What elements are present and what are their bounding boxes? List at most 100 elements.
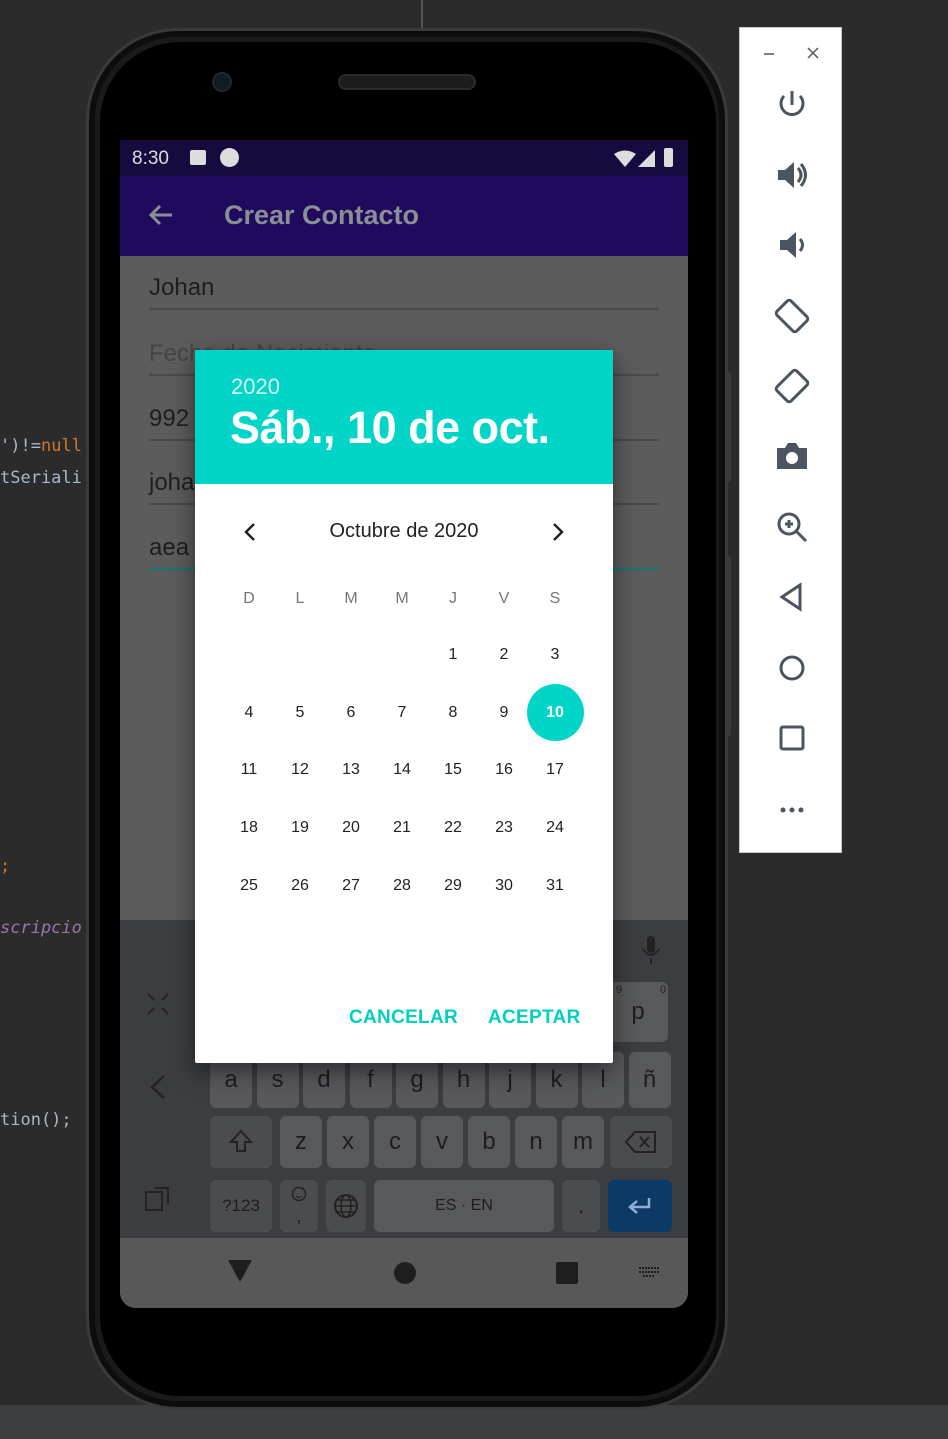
backspace-key[interactable] [610, 1116, 672, 1168]
code-line: scripcio [0, 918, 82, 938]
calendar-day[interactable]: 23 [484, 808, 524, 848]
key-z[interactable]: z [280, 1116, 322, 1168]
calendar-day[interactable]: 2 [484, 635, 524, 675]
calendar-day[interactable]: 3 [535, 635, 575, 675]
phone-volume-button[interactable] [726, 556, 731, 736]
code-line: ')!=null [0, 436, 82, 456]
image-notification-icon [190, 150, 206, 165]
front-camera [212, 72, 232, 92]
calendar-day[interactable]: 11 [229, 750, 269, 790]
phone-power-button[interactable] [726, 372, 731, 482]
comma-key-label: , [296, 1206, 302, 1226]
calendar-day[interactable]: 17 [535, 750, 575, 790]
volume-down-icon[interactable] [772, 225, 812, 265]
calendar-day[interactable]: 1 [433, 635, 473, 675]
calendar-day[interactable]: 26 [280, 866, 320, 906]
code-line: tion(); [0, 1110, 72, 1130]
nav-recents-icon[interactable] [556, 1262, 578, 1284]
calendar-day[interactable]: 7 [382, 693, 422, 733]
calendar-day[interactable]: 12 [280, 750, 320, 790]
key-ñ[interactable]: ñ [628, 1052, 671, 1108]
calendar-day[interactable]: 24 [535, 808, 575, 848]
next-month-icon[interactable] [545, 520, 569, 544]
calendar-day[interactable]: 4 [229, 693, 269, 733]
key-n[interactable]: n [515, 1116, 557, 1168]
key-v[interactable]: v [421, 1116, 463, 1168]
code-line: ; [0, 856, 11, 876]
weekday-label: M [344, 590, 358, 607]
header-year[interactable]: 2020 [231, 374, 280, 400]
key-x[interactable]: x [327, 1116, 369, 1168]
zoom-icon[interactable] [772, 507, 812, 547]
symbols-key[interactable]: ?123 [210, 1180, 272, 1232]
ide-divider [421, 0, 423, 28]
calendar-day[interactable]: 22 [433, 808, 473, 848]
date-picker-dialog: 2020 Sáb., 10 de oct. Octubre de 2020 DL… [195, 350, 613, 1063]
app-notification-icon [220, 148, 239, 167]
navigation-bar [120, 1238, 688, 1308]
rotate-left-icon[interactable] [772, 296, 812, 336]
space-key[interactable]: ES · EN [374, 1180, 554, 1232]
enter-icon [628, 1198, 651, 1214]
keyboard-switch-icon[interactable] [638, 1266, 660, 1278]
calendar-day[interactable]: 5 [280, 693, 320, 733]
expand-keyboard-icon[interactable] [146, 992, 170, 1016]
close-icon[interactable] [806, 46, 820, 60]
key-m[interactable]: m [562, 1116, 604, 1168]
calendar-day[interactable]: 20 [331, 808, 371, 848]
rotate-right-icon[interactable] [772, 366, 812, 406]
nav-back-icon[interactable] [228, 1260, 252, 1282]
back-arrow-icon[interactable] [146, 200, 176, 230]
home-circle-icon[interactable] [772, 648, 812, 688]
accept-button[interactable]: ACEPTAR [488, 1007, 581, 1029]
key-c[interactable]: c [374, 1116, 416, 1168]
calendar-day[interactable]: 8 [433, 693, 473, 733]
back-triangle-icon[interactable] [772, 577, 812, 617]
overview-square-icon[interactable] [772, 718, 812, 758]
emoji-icon [291, 1186, 307, 1202]
header-date[interactable]: Sáb., 10 de oct. [230, 402, 550, 454]
calendar-day[interactable]: 6 [331, 693, 371, 733]
volume-up-icon[interactable] [772, 155, 812, 195]
globe-icon [334, 1194, 358, 1218]
selected-day[interactable]: 10 [526, 684, 584, 742]
emoji-key[interactable]: , [280, 1180, 318, 1232]
calendar-day[interactable]: 25 [229, 866, 269, 906]
minimize-icon[interactable] [762, 46, 776, 60]
clipboard-icon[interactable] [144, 1184, 172, 1212]
period-key[interactable]: . [562, 1180, 600, 1232]
language-key[interactable] [326, 1180, 366, 1232]
keyboard-left-arrow-icon[interactable] [148, 1072, 168, 1102]
key-b[interactable]: b [468, 1116, 510, 1168]
shift-key[interactable] [210, 1116, 272, 1168]
calendar-day[interactable]: 29 [433, 866, 473, 906]
calendar-day[interactable]: 27 [331, 866, 371, 906]
calendar-day[interactable]: 16 [484, 750, 524, 790]
nav-home-icon[interactable] [394, 1262, 416, 1284]
calendar-day[interactable]: 15 [433, 750, 473, 790]
calendar-day[interactable]: 31 [535, 866, 575, 906]
weekday-label: M [395, 590, 409, 607]
microphone-icon[interactable] [640, 936, 662, 966]
date-picker-header: 2020 Sáb., 10 de oct. [195, 350, 613, 484]
calendar-day[interactable]: 30 [484, 866, 524, 906]
calendar-day[interactable]: 18 [229, 808, 269, 848]
battery-icon [664, 148, 673, 167]
enter-key[interactable] [608, 1180, 672, 1232]
calendar-day[interactable]: 14 [382, 750, 422, 790]
weekday-label: L [295, 590, 305, 607]
page-title: Crear Contacto [224, 200, 420, 230]
calendar-day[interactable]: 28 [382, 866, 422, 906]
name-field[interactable]: Johan [149, 274, 659, 310]
backspace-icon [624, 1131, 656, 1153]
screenshot-camera-icon[interactable] [772, 436, 812, 476]
cancel-button[interactable]: CANCELAR [349, 1007, 458, 1029]
more-options-icon[interactable] [772, 788, 812, 828]
calendar-day[interactable]: 21 [382, 808, 422, 848]
ide-bottom-bar [0, 1405, 948, 1439]
calendar-day[interactable]: 13 [331, 750, 371, 790]
calendar-day[interactable]: 19 [280, 808, 320, 848]
power-icon[interactable] [772, 85, 812, 125]
calendar-day[interactable]: 9 [484, 693, 524, 733]
app-bar: Crear Contacto [120, 176, 688, 256]
